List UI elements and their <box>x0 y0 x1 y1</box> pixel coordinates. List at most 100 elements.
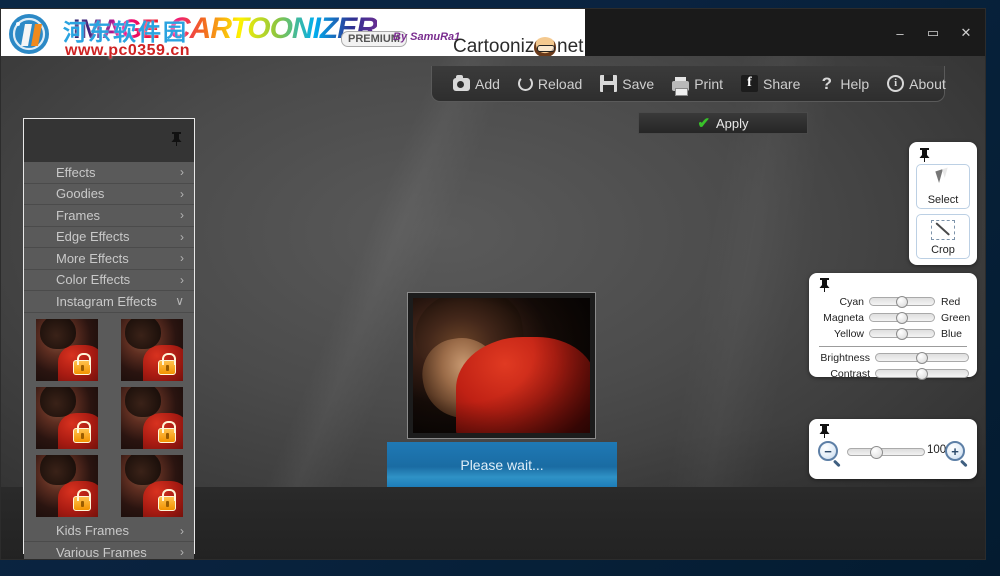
pin-icon[interactable] <box>819 424 830 441</box>
tools-panel: Select Crop <box>909 142 977 265</box>
select-tool-label: Select <box>927 194 959 206</box>
toolbar-add-button[interactable]: Add <box>444 69 509 99</box>
site-name: Cartoonize <box>453 36 545 56</box>
yellow-blue-slider[interactable] <box>869 327 935 340</box>
application-window: IMAGE CARTOONIZER PREMIUM By SamuRa1 Car… <box>0 8 986 560</box>
watermark-logo-icon <box>9 14 49 54</box>
printer-icon <box>672 76 690 96</box>
color-adjust-panel: Cyan Red Magneta Green Yellow Blue Brigh… <box>809 273 977 380</box>
crop-icon <box>931 220 955 240</box>
maximize-button[interactable]: ▭ <box>918 22 948 44</box>
lock-icon <box>72 488 91 511</box>
apply-label: Apply <box>716 115 749 131</box>
sidebar-item-color-effects[interactable]: Color Effects › <box>24 269 194 291</box>
yellow-blue-slider-row: Yellow Blue <box>817 326 969 341</box>
author-credit: By SamuRa1 <box>393 31 461 43</box>
crop-tool-button[interactable]: Crop <box>916 214 970 259</box>
toolbar-print-label: Print <box>694 75 724 92</box>
instagram-effects-thumbnail-grid <box>24 312 194 521</box>
slider-thumb[interactable] <box>916 351 928 364</box>
magenta-label: Magneta <box>823 311 864 324</box>
lock-icon <box>157 420 176 443</box>
minimize-button[interactable]: – <box>885 22 915 44</box>
effects-sidebar: Effects › Goodies › Frames › Edge Effect… <box>23 118 195 559</box>
chevron-right-icon: › <box>180 229 184 244</box>
toolbar-share-button[interactable]: f Share <box>732 69 809 99</box>
slider-thumb[interactable] <box>870 446 883 459</box>
sidebar-item-goodies[interactable]: Goodies › <box>24 183 194 205</box>
sidebar-item-label: More Effects <box>56 250 129 266</box>
effect-thumbnail[interactable] <box>120 454 183 517</box>
slider-thumb[interactable] <box>896 311 908 324</box>
pin-icon[interactable] <box>171 132 182 149</box>
pin-icon[interactable] <box>919 148 930 165</box>
sidebar-item-instagram-effects[interactable]: Instagram Effects ∨ <box>24 291 194 313</box>
toolbar-reload-button[interactable]: Reload <box>509 69 591 99</box>
cartoon-face-icon <box>534 37 556 56</box>
panel-divider <box>819 346 967 347</box>
info-circle-icon: i <box>887 75 905 92</box>
cyan-label: Cyan <box>839 295 864 308</box>
slider-thumb[interactable] <box>896 327 908 340</box>
lock-icon <box>157 352 176 375</box>
magenta-green-slider-row: Magneta Green <box>817 310 971 325</box>
toolbar-share-label: Share <box>763 75 801 92</box>
reload-icon <box>517 76 533 91</box>
sidebar-item-label: Various Frames <box>56 544 147 560</box>
contrast-label: Contrast <box>830 367 870 380</box>
brightness-slider-row: Brightness <box>817 350 969 365</box>
lock-icon <box>157 488 176 511</box>
apply-button[interactable]: ✔ Apply <box>638 112 808 134</box>
blue-label: Blue <box>941 327 963 340</box>
chevron-right-icon: › <box>180 523 184 538</box>
effect-thumbnail[interactable] <box>35 386 98 449</box>
sidebar-item-effects[interactable]: Effects › <box>24 162 194 184</box>
pin-icon[interactable] <box>819 278 830 295</box>
toolbar-about-button[interactable]: i About <box>878 69 955 99</box>
zoom-in-icon[interactable]: + <box>945 441 965 461</box>
sidebar-item-frames[interactable]: Frames › <box>24 205 194 227</box>
chevron-right-icon: › <box>180 251 184 265</box>
cyan-red-slider-row: Cyan Red <box>817 294 969 309</box>
chevron-right-icon: › <box>180 186 184 201</box>
lock-icon <box>72 420 91 443</box>
effect-thumbnail[interactable] <box>35 454 98 517</box>
toolbar-save-button[interactable]: Save <box>591 69 663 99</box>
red-label: Red <box>941 295 961 308</box>
sidebar-item-various-frames[interactable]: Various Frames › <box>24 542 194 560</box>
magenta-green-slider[interactable] <box>869 311 935 324</box>
zoom-out-icon[interactable]: − <box>818 441 838 461</box>
contrast-slider[interactable] <box>875 367 969 380</box>
preview-photo <box>413 298 590 433</box>
slider-thumb[interactable] <box>916 367 928 380</box>
check-icon: ✔ <box>697 115 711 132</box>
toolbar-help-button[interactable]: ? Help <box>809 69 878 99</box>
image-preview-frame[interactable] <box>407 292 596 439</box>
crop-tool-label: Crop <box>931 244 955 256</box>
toolbar-about-label: About <box>909 75 946 92</box>
effect-thumbnail[interactable] <box>120 386 183 449</box>
sidebar-item-label: Edge Effects <box>56 229 130 245</box>
effect-thumbnail[interactable] <box>120 318 183 381</box>
sidebar-item-kids-frames[interactable]: Kids Frames › <box>24 520 194 542</box>
sidebar-item-edge-effects[interactable]: Edge Effects › <box>24 226 194 248</box>
slider-thumb[interactable] <box>896 295 908 308</box>
sidebar-item-label: Kids Frames <box>56 523 129 539</box>
chevron-down-icon: ∨ <box>175 294 184 308</box>
chevron-right-icon: › <box>180 208 184 222</box>
toolbar-print-button[interactable]: Print <box>663 69 732 99</box>
toolbar-help-label: Help <box>840 75 870 92</box>
sidebar-item-label: Goodies <box>56 186 105 202</box>
please-wait-label: Please wait... <box>460 456 544 473</box>
cyan-red-slider[interactable] <box>869 295 935 308</box>
brightness-slider[interactable] <box>875 351 969 364</box>
close-button[interactable]: ✕ <box>951 22 981 44</box>
sidebar-item-more-effects[interactable]: More Effects › <box>24 248 194 270</box>
select-tool-button[interactable]: Select <box>916 164 970 209</box>
zoom-panel: − 100% + <box>809 419 977 479</box>
effect-thumbnail[interactable] <box>35 318 98 381</box>
zoom-slider[interactable] <box>847 446 925 459</box>
toolbar-reload-label: Reload <box>537 75 583 92</box>
watermark-url: www.pc0359.cn <box>65 42 191 59</box>
green-label: Green <box>941 311 971 324</box>
